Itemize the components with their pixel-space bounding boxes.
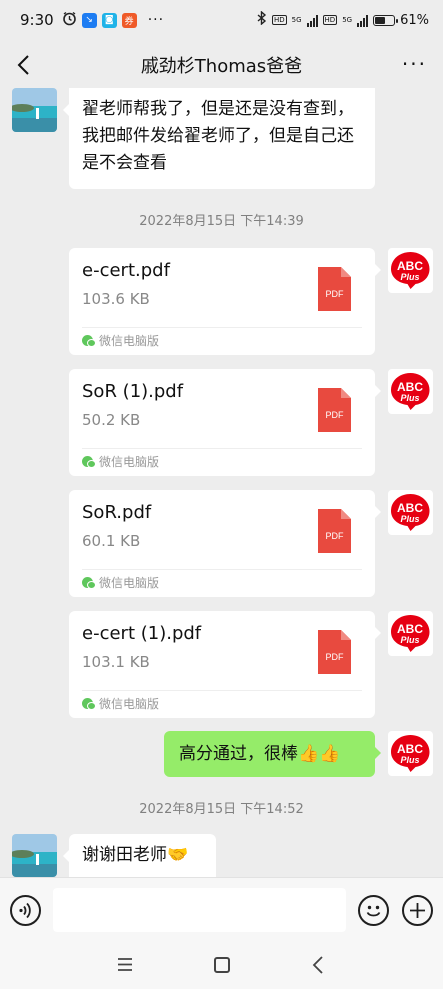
file-message[interactable]: SoR (1).pdf 50.2 KB PDF 微信电脑版: [69, 369, 381, 476]
message-input[interactable]: [53, 888, 346, 932]
home-icon[interactable]: [214, 957, 230, 973]
file-source: 微信电脑版: [82, 695, 159, 712]
svg-text:Plus: Plus: [400, 393, 419, 403]
abc-plus-avatar[interactable]: ABC Plus: [388, 731, 433, 776]
file-message[interactable]: SoR.pdf 60.1 KB PDF 微信电脑版: [69, 490, 381, 597]
app-notification-icon-2: ◙: [101, 12, 117, 28]
file-source: 微信电脑版: [82, 574, 159, 591]
signal-icon: [306, 14, 318, 27]
chat-title: 戚劲杉Thomas爸爸: [140, 56, 303, 77]
network-type: 5G: [291, 15, 302, 24]
svg-text:PDF: PDF: [326, 531, 345, 541]
wechat-pc-icon: [82, 335, 96, 347]
emoji-icon[interactable]: [358, 895, 389, 926]
pdf-file-icon: PDF: [318, 509, 351, 553]
pdf-file-icon: PDF: [318, 388, 351, 432]
hd-badge-2: HD: [322, 15, 338, 25]
svg-text:ABC: ABC: [397, 259, 423, 273]
back-arrow-icon[interactable]: [12, 52, 38, 78]
back-nav-icon[interactable]: [310, 955, 326, 975]
status-bar: 9:30 ↘ ◙ 券 ··· HD 5G HD 5G 61%: [0, 0, 443, 40]
svg-text:PDF: PDF: [326, 652, 345, 662]
more-options-icon[interactable]: ···: [402, 54, 427, 74]
voice-input-icon[interactable]: [10, 895, 41, 926]
network-type-2: 5G: [342, 15, 353, 24]
contact-avatar[interactable]: [12, 834, 57, 877]
battery-icon: [373, 14, 399, 26]
svg-text:PDF: PDF: [326, 410, 345, 420]
message-text: 翟老师帮我了，但是还是没有查到，我把邮件发给翟老师了，但是自己还是不会查看: [82, 99, 354, 173]
file-name: SoR.pdf: [82, 502, 152, 523]
svg-text:Plus: Plus: [400, 755, 419, 765]
abc-plus-avatar[interactable]: ABC Plus: [388, 248, 433, 293]
alarm-icon: [62, 11, 77, 30]
abc-plus-avatar[interactable]: ABC Plus: [388, 490, 433, 535]
file-size: 103.1 KB: [82, 653, 150, 671]
chat-input-bar: [0, 877, 443, 943]
svg-text:Plus: Plus: [400, 272, 419, 282]
system-nav-bar: [0, 943, 443, 989]
file-size: 103.6 KB: [82, 290, 150, 308]
wechat-pc-icon: [82, 698, 96, 710]
svg-text:Plus: Plus: [400, 635, 419, 645]
file-message[interactable]: e-cert.pdf 103.6 KB PDF 微信电脑版: [69, 248, 381, 355]
status-time: 9:30: [20, 11, 54, 29]
message-text: 谢谢田老师🤝: [82, 845, 189, 865]
plus-icon[interactable]: [402, 895, 433, 926]
more-notifications-icon: ···: [147, 12, 165, 28]
divider: [82, 448, 362, 449]
file-name: SoR (1).pdf: [82, 381, 184, 402]
hd-badge: HD: [272, 15, 287, 25]
menu-icon[interactable]: [117, 957, 133, 972]
file-source: 微信电脑版: [82, 332, 159, 349]
divider: [82, 327, 362, 328]
svg-text:PDF: PDF: [326, 289, 345, 299]
timestamp: 2022年8月15日 下午14:39: [139, 214, 304, 229]
app-notification-icon-3: 券: [121, 12, 137, 28]
app-notification-icon: ↘: [81, 12, 97, 28]
abc-plus-avatar[interactable]: ABC Plus: [388, 369, 433, 414]
divider: [82, 690, 362, 691]
svg-text:ABC: ABC: [397, 501, 423, 515]
file-size: 50.2 KB: [82, 411, 141, 429]
contact-avatar[interactable]: [12, 88, 57, 132]
file-size: 60.1 KB: [82, 532, 141, 550]
received-message-bubble[interactable]: 谢谢田老师🤝: [63, 834, 216, 877]
wechat-pc-icon: [82, 456, 96, 468]
file-name: e-cert (1).pdf: [82, 623, 202, 644]
wechat-pc-icon: [82, 577, 96, 589]
abc-plus-avatar[interactable]: ABC Plus: [388, 611, 433, 656]
pdf-file-icon: PDF: [318, 267, 351, 311]
sent-message-bubble[interactable]: 高分通过，很棒👍👍: [164, 731, 381, 777]
file-source: 微信电脑版: [82, 453, 159, 470]
bluetooth-icon: [257, 10, 267, 29]
pdf-file-icon: PDF: [318, 630, 351, 674]
timestamp: 2022年8月15日 下午14:52: [139, 802, 304, 817]
file-message[interactable]: e-cert (1).pdf 103.1 KB PDF 微信电脑版: [69, 611, 381, 718]
svg-text:Plus: Plus: [400, 514, 419, 524]
chat-header: 戚劲杉Thomas爸爸 ···: [0, 40, 443, 90]
received-message-bubble[interactable]: 翟老师帮我了，但是还是没有查到，我把邮件发给翟老师了，但是自己还是不会查看: [63, 88, 375, 189]
svg-text:ABC: ABC: [397, 380, 423, 394]
svg-text:ABC: ABC: [397, 742, 423, 756]
file-name: e-cert.pdf: [82, 260, 170, 281]
signal-icon-2: [357, 14, 369, 27]
divider: [82, 569, 362, 570]
battery-text: 61%: [400, 12, 429, 28]
message-text: 高分通过，很棒👍👍: [179, 744, 341, 764]
svg-text:ABC: ABC: [397, 622, 423, 636]
